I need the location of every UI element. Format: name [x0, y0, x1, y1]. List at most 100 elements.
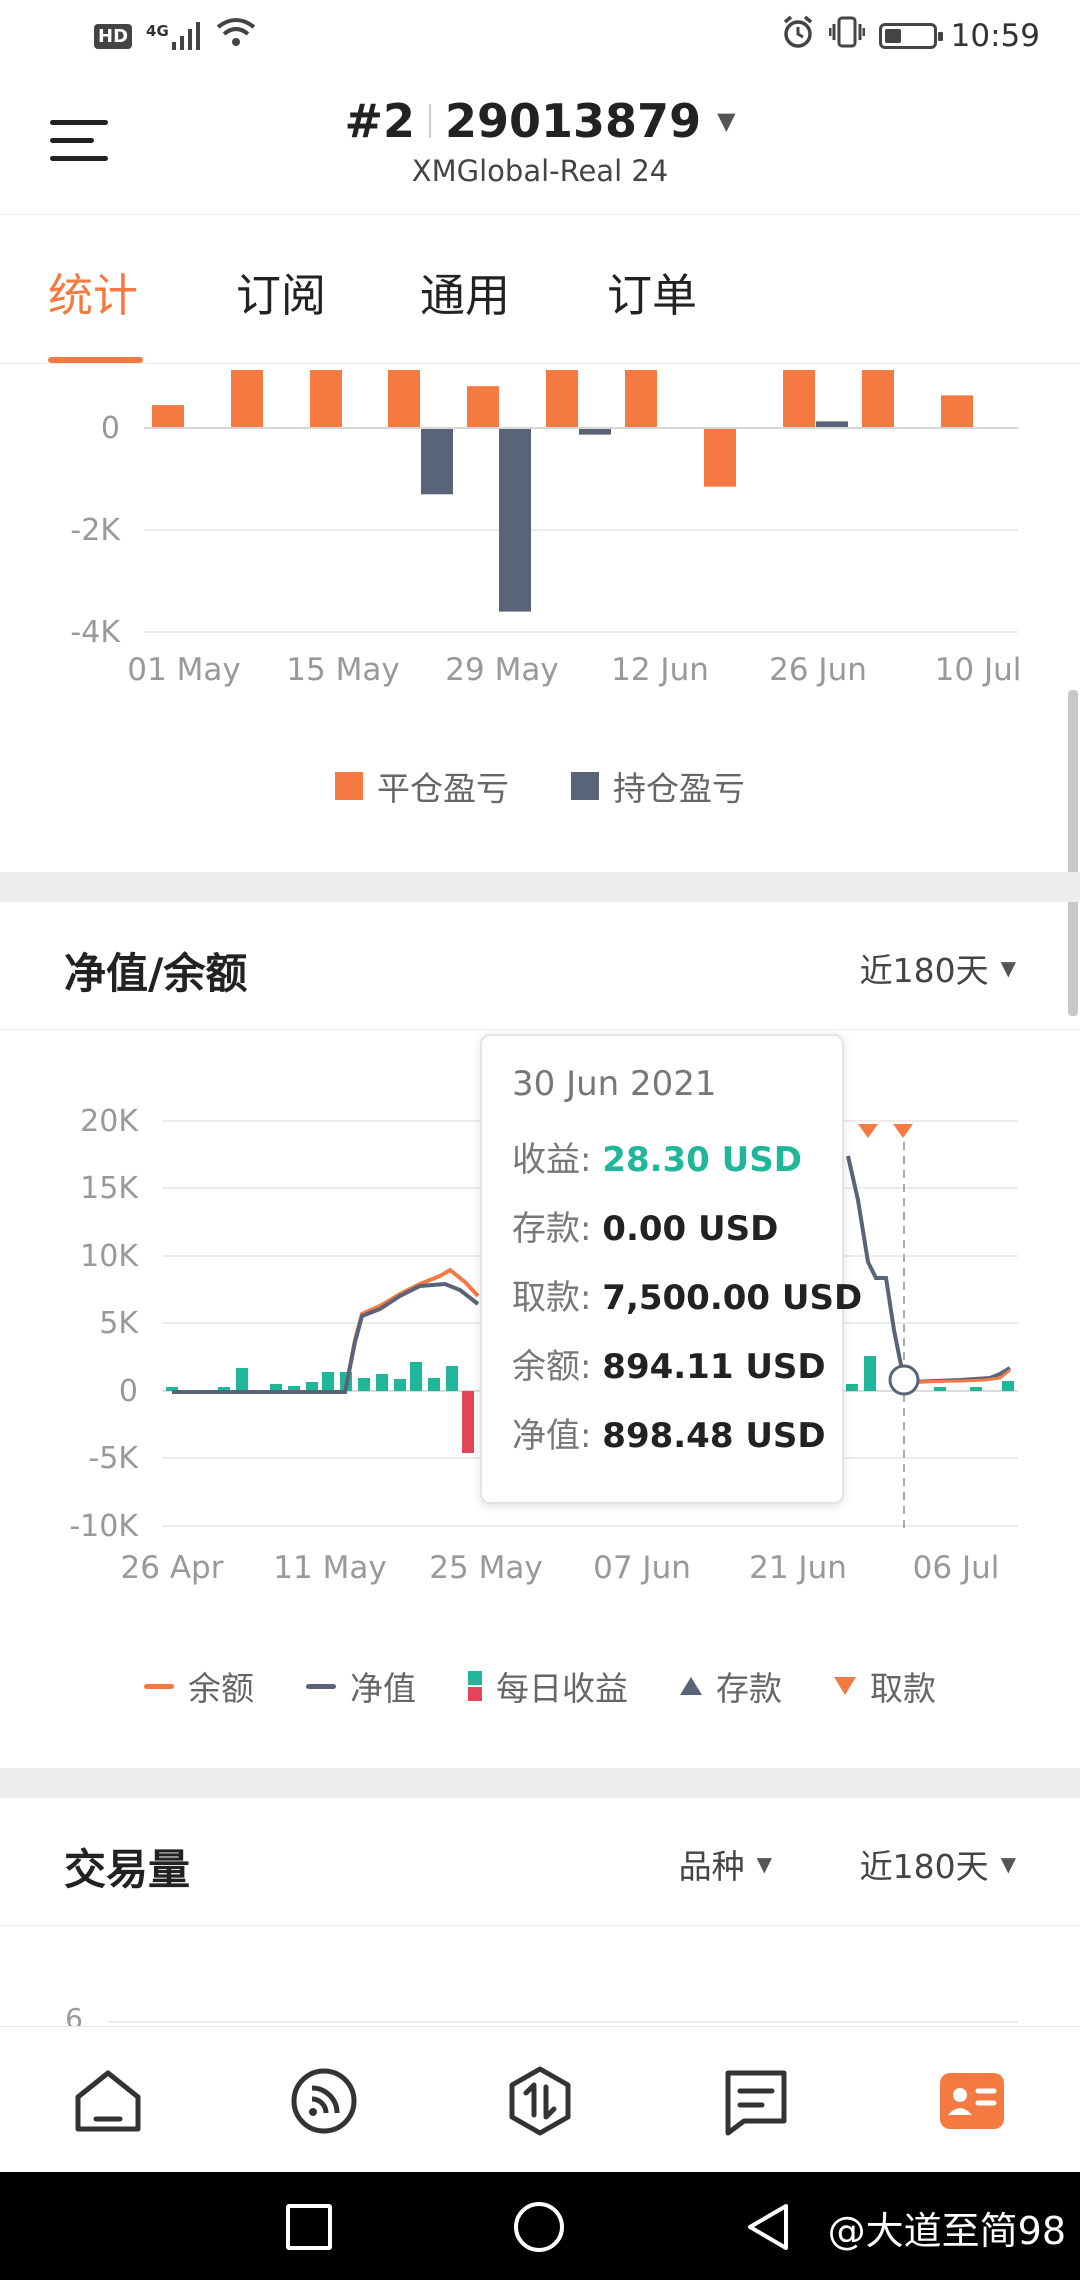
legend-label: 每日收益 — [496, 1669, 628, 1708]
legend-item-balance[interactable]: 余额 — [144, 1662, 254, 1710]
tab-subscribe[interactable]: 订阅 — [236, 259, 326, 324]
trade-icon[interactable] — [502, 2063, 578, 2139]
triangle-up-icon — [680, 1677, 702, 1695]
legend-item-open-pnl[interactable]: 持仓盈亏 — [571, 762, 745, 810]
legend-item-deposit[interactable]: 存款 — [680, 1662, 782, 1710]
status-right: 10:59 — [781, 15, 1040, 57]
open-pnl-bar — [499, 428, 531, 612]
tab-indicator — [48, 357, 143, 363]
legend-item-equity[interactable]: 净值 — [306, 1662, 416, 1710]
account-server: XMGlobal-Real 24 — [411, 154, 669, 188]
account-switcher[interactable]: #2 29013879 ▼ XMGlobal-Real 24 — [250, 94, 830, 188]
y-tick-label: 5K — [99, 1306, 139, 1341]
volume-chart: 6 — [65, 2002, 1018, 2026]
section-divider — [0, 872, 1080, 902]
caret-down-icon: ▼ — [1000, 1852, 1016, 1876]
clock-time: 10:59 — [950, 18, 1040, 54]
daily-profit-bar — [410, 1362, 422, 1391]
x-tick-label: 29 May — [445, 652, 558, 688]
pnl-gridlines — [144, 427, 1018, 633]
news-icon[interactable] — [718, 2063, 794, 2139]
crosshair-point — [888, 1364, 920, 1396]
equity-legend: 余额 净值 每日收益 存款 取款 — [0, 1662, 1080, 1710]
legend-item-daily-profit[interactable]: 每日收益 — [468, 1662, 628, 1710]
daily-profit-bar — [864, 1356, 876, 1391]
daily-profit-bar — [934, 1387, 946, 1391]
daily-profit-bar — [306, 1382, 318, 1391]
x-tick-label: 06 Jul — [913, 1550, 1000, 1586]
alarm-icon — [781, 15, 815, 57]
y-tick-label: -10K — [69, 1509, 139, 1544]
y-tick-label: -4K — [70, 615, 121, 650]
range-dropdown[interactable]: 近180天 ▼ — [860, 944, 1016, 992]
home-icon[interactable] — [70, 2063, 146, 2139]
daily-profit-bar — [270, 1384, 282, 1391]
daily-profit-bar — [970, 1387, 982, 1391]
legend-dual-swatch — [468, 1671, 482, 1701]
legend-item-withdrawal[interactable]: 取款 — [834, 1662, 936, 1710]
signals-feed-icon[interactable] — [286, 2063, 362, 2139]
back-icon[interactable] — [744, 2202, 792, 2256]
x-tick-label: 15 May — [286, 652, 399, 688]
tooltip-date: 30 Jun 2021 — [512, 1064, 717, 1104]
status-bar: HD 4G 10:59 — [0, 0, 1080, 72]
daily-profit-bar — [322, 1372, 334, 1391]
tab-general[interactable]: 通用 — [420, 259, 510, 324]
section-title: 净值/余额 — [64, 949, 248, 998]
closed-pnl-bar — [467, 386, 499, 428]
closed-pnl-bar — [546, 370, 578, 428]
section-title: 交易量 — [64, 1845, 191, 1894]
legend-item-closed-pnl[interactable]: 平仓盈亏 — [335, 762, 509, 810]
battery-level-fill — [884, 29, 901, 43]
network-type-label: 4G — [146, 22, 169, 40]
tooltip-row-withdrawal: 取款: 7,500.00 USD — [512, 1270, 862, 1339]
closed-pnl-bar — [783, 370, 815, 428]
menu-line-icon — [50, 138, 94, 143]
hamburger-menu-button[interactable] — [46, 114, 110, 170]
daily-profit-bar — [446, 1366, 458, 1391]
closed-pnl-bar — [862, 370, 894, 428]
triangle-down-icon — [834, 1677, 856, 1695]
y-tick-label: 0 — [119, 1374, 138, 1409]
tooltip-row-profit: 收益: 28.30 USD — [512, 1132, 842, 1201]
tab-statistics[interactable]: 统计 — [48, 259, 138, 324]
chart-tooltip: 30 Jun 2021 收益: 28.30 USD 存款: 0.00 USD 取… — [480, 1034, 862, 1504]
home-circle-icon[interactable] — [514, 2202, 564, 2252]
y-tick-label: -5K — [88, 1441, 139, 1476]
symbol-label: 品种 — [678, 1847, 745, 1886]
status-left: HD 4G — [94, 17, 256, 55]
caret-down-icon[interactable]: ▼ — [717, 107, 735, 135]
daily-profit-bar — [358, 1378, 370, 1391]
system-navigation-bar: @大道至简98 — [0, 2172, 1080, 2280]
legend-label: 存款 — [716, 1669, 782, 1708]
account-number: 29013879 — [445, 94, 702, 148]
recent-apps-icon[interactable] — [286, 2204, 332, 2250]
y-tick-label: -2K — [70, 513, 121, 548]
y-tick-label: 10K — [80, 1239, 139, 1274]
x-tick-label: 26 Jun — [769, 652, 867, 688]
range-dropdown[interactable]: 近180天 ▼ — [860, 1840, 1016, 1888]
withdrawal-marker — [858, 1124, 878, 1138]
account-line[interactable]: #2 29013879 ▼ — [250, 94, 830, 148]
profile-card-icon[interactable] — [934, 2063, 1010, 2139]
vibrate-icon — [828, 15, 866, 57]
pnl-legend: 平仓盈亏 持仓盈亏 — [0, 762, 1080, 810]
tooltip-row-balance: 余额: 894.11 USD — [512, 1339, 842, 1408]
tooltip-label: 余额: — [512, 1347, 592, 1387]
open-pnl-bar — [421, 428, 453, 495]
legend-swatch — [335, 772, 363, 800]
tab-orders[interactable]: 订单 — [607, 259, 697, 324]
legend-label: 余额 — [188, 1669, 254, 1708]
range-label: 近180天 — [859, 951, 989, 990]
symbol-dropdown[interactable]: 品种 ▼ — [679, 1840, 772, 1888]
account-index: #2 — [344, 94, 416, 148]
legend-label: 净值 — [350, 1669, 416, 1708]
closed-pnl-bar — [231, 370, 263, 428]
legend-line-swatch — [306, 1683, 336, 1689]
signal-4g-icon: 4G — [146, 22, 202, 50]
x-tick-label: 21 Jun — [749, 1550, 847, 1586]
tooltip-label: 收益: — [512, 1140, 592, 1180]
x-tick-label: 01 May — [127, 652, 240, 688]
tab-bar: 统计 订阅 通用 订单 — [0, 214, 1080, 364]
menu-line-icon — [50, 156, 108, 161]
